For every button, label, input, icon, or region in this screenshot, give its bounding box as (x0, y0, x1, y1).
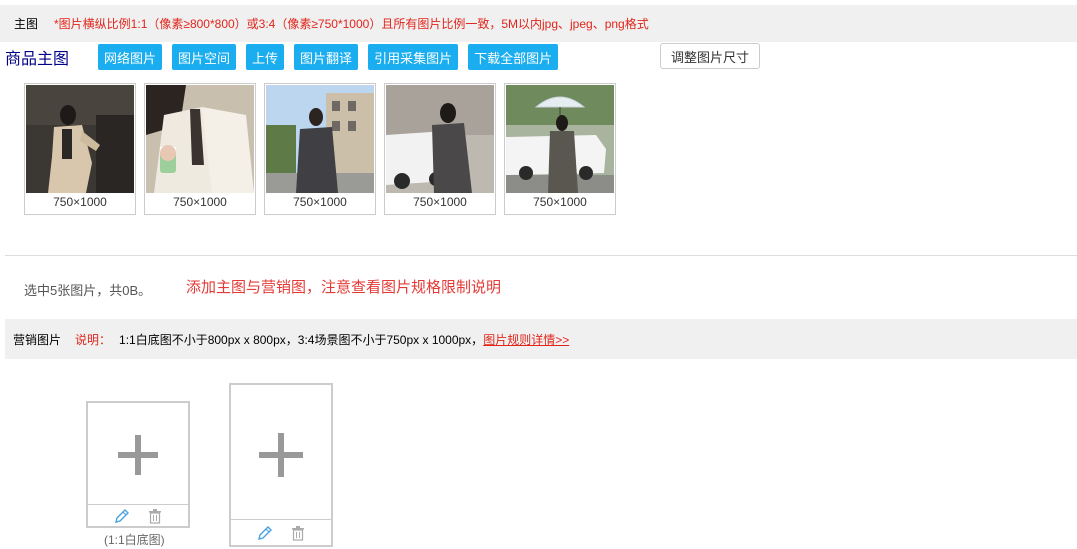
thumbnail-size-label: 750×1000 (293, 195, 347, 209)
plus-icon (259, 433, 303, 477)
slot-toolbar (231, 519, 331, 545)
selection-info: 选中5张图片，共0B。 (24, 283, 152, 298)
marketing-image-label: 营销图片 (13, 332, 62, 347)
main-image-hint: *图片横纵比例1:1（像素≥800*800）或3:4（像素≥750*1000）且… (54, 17, 649, 31)
network-image-button[interactable]: 网络图片 (98, 44, 163, 70)
main-image-header: 主图 *图片横纵比例1:1（像素≥800*800）或3:4（像素≥750*100… (0, 5, 1077, 42)
plus-icon (118, 434, 158, 475)
marketing-note: 1:1白底图不小于800px x 800px，3:4场景图不小于750px x … (119, 332, 484, 347)
delete-trash-icon[interactable] (291, 525, 305, 541)
thumbnail-size-label: 750×1000 (53, 195, 107, 209)
download-all-images-button[interactable]: 下载全部图片 (468, 44, 559, 70)
thumbnail[interactable]: 750×1000 (264, 83, 376, 215)
white-bg-image-upload-slot[interactable] (86, 401, 190, 528)
main-image-label: 主图 (14, 17, 39, 31)
delete-trash-icon[interactable] (148, 508, 162, 524)
section-divider (5, 255, 1077, 256)
product-photo (26, 85, 134, 193)
main-image-thumbnails: 750×1000 750×1000 750×1000 750×1000 750×… (24, 83, 616, 215)
goods-main-image-title: 商品主图 (5, 51, 70, 68)
resize-images-button[interactable]: 调整图片尺寸 (660, 43, 760, 69)
image-space-button[interactable]: 图片空间 (172, 44, 237, 70)
product-photo (506, 85, 614, 193)
add-image-tip: 添加主图与营销图，注意查看图片规格限制说明 (186, 279, 502, 296)
edit-pencil-icon[interactable] (257, 525, 273, 541)
product-photo (386, 85, 494, 193)
scene-image-upload-slot[interactable] (229, 383, 333, 547)
thumbnail[interactable]: 750×1000 (504, 83, 616, 215)
product-photo (146, 85, 254, 193)
image-translate-button[interactable]: 图片翻译 (294, 44, 359, 70)
edit-pencil-icon[interactable] (114, 508, 130, 524)
marketing-image-header: 营销图片 说明： 1:1白底图不小于800px x 800px，3:4场景图不小… (5, 319, 1077, 359)
add-image-area[interactable] (231, 385, 331, 525)
thumbnail-size-label: 750×1000 (533, 195, 587, 209)
thumbnail-size-label: 750×1000 (173, 195, 227, 209)
upload-button[interactable]: 上传 (246, 44, 285, 70)
add-image-area[interactable] (88, 403, 188, 506)
slot-toolbar (88, 504, 188, 526)
image-source-toolbar: 网络图片 图片空间 上传 图片翻译 引用采集图片 下载全部图片 (98, 44, 559, 70)
thumbnail-size-label: 750×1000 (413, 195, 467, 209)
product-photo (266, 85, 374, 193)
cite-collected-image-button[interactable]: 引用采集图片 (368, 44, 459, 70)
white-bg-caption: (1:1白底图) (104, 533, 165, 547)
image-rules-link[interactable]: 图片规则详情>> (483, 331, 569, 348)
note-label: 说明： (75, 332, 112, 347)
thumbnail[interactable]: 750×1000 (24, 83, 136, 215)
thumbnail[interactable]: 750×1000 (144, 83, 256, 215)
thumbnail[interactable]: 750×1000 (384, 83, 496, 215)
